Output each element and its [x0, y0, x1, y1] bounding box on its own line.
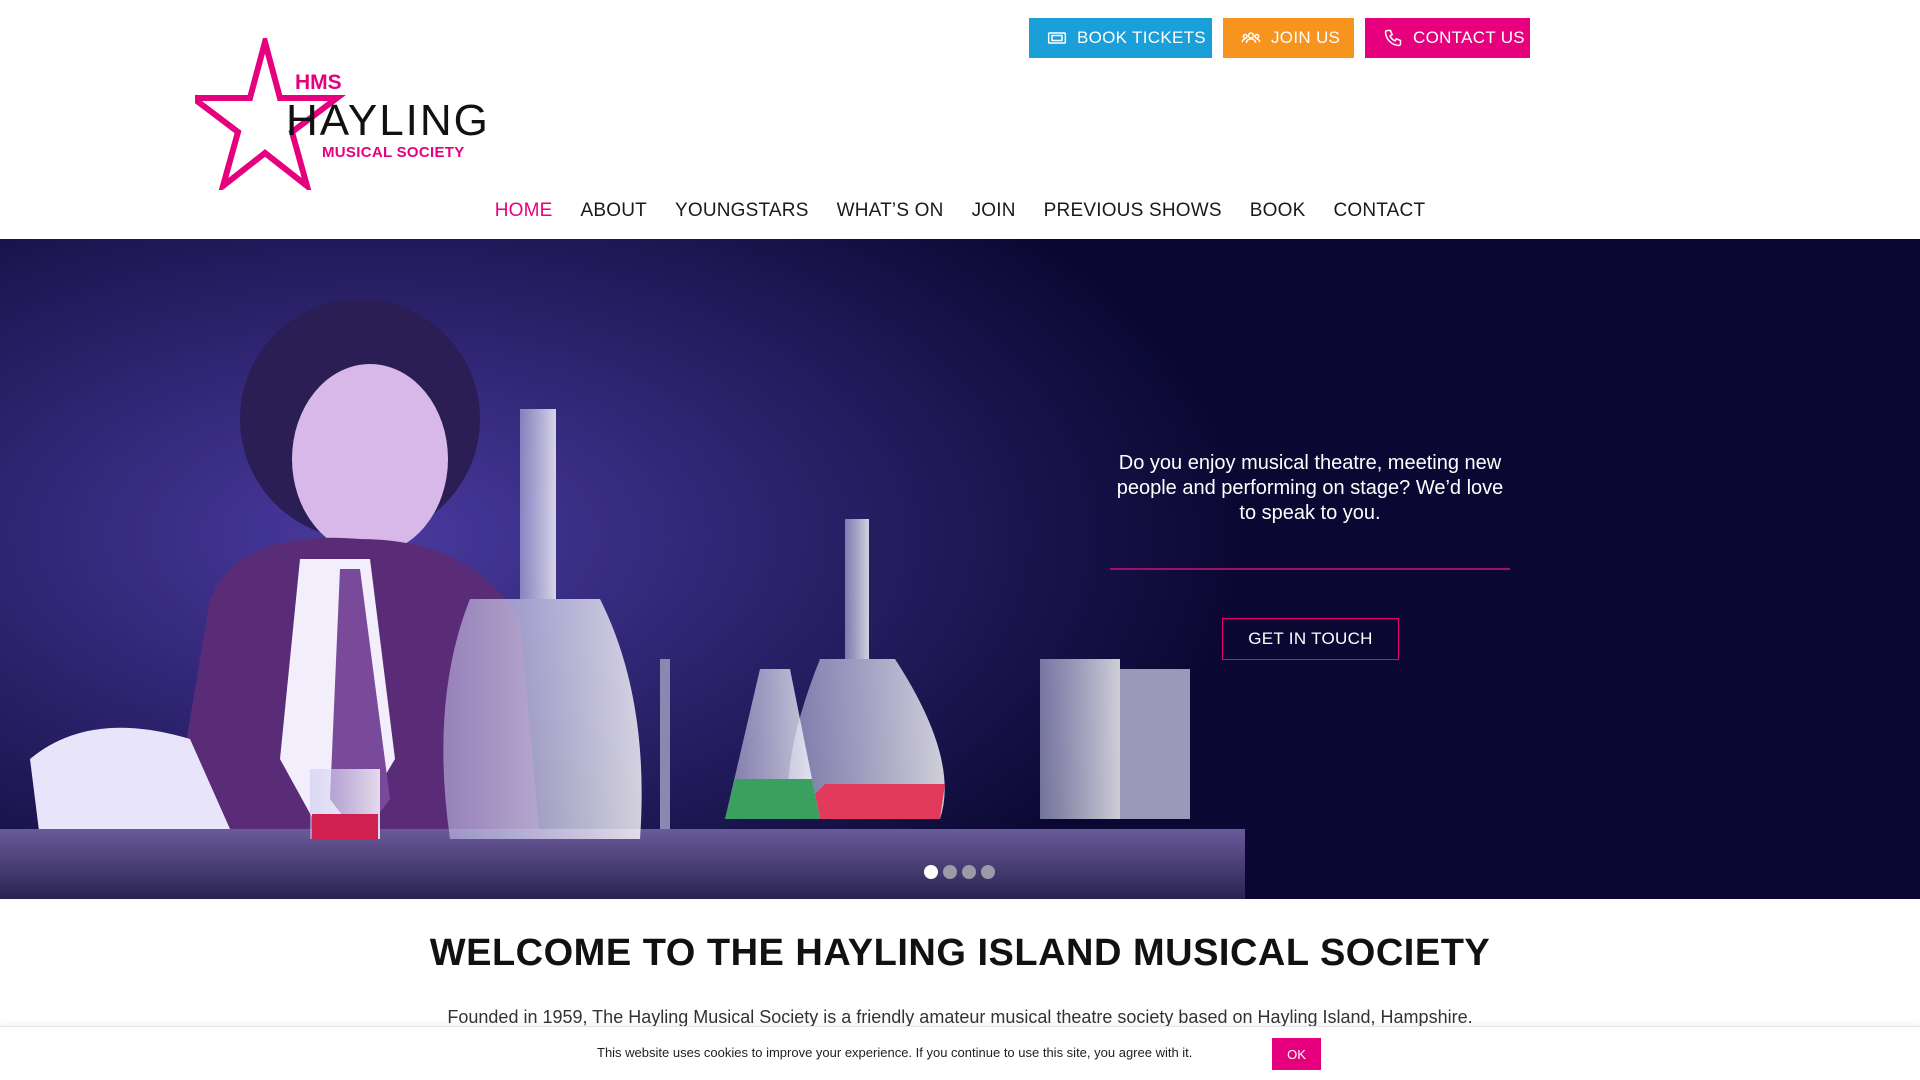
- cookie-ok-button[interactable]: OK: [1272, 1038, 1321, 1070]
- logo-hms-text: HMS: [295, 71, 342, 94]
- contact-us-label: CONTACT US: [1413, 28, 1525, 47]
- nav-item-about[interactable]: ABOUT: [567, 200, 661, 222]
- nav-item-previous-shows[interactable]: PREVIOUS SHOWS: [1030, 200, 1236, 222]
- logo-hayling-text: HAYLING: [286, 96, 490, 145]
- hero-slider: Do you enjoy musical theatre, meeting ne…: [0, 239, 1920, 899]
- main-navigation: HOME ABOUT YOUNGSTARS WHAT’S ON JOIN PRE…: [0, 200, 1920, 222]
- nav-item-join[interactable]: JOIN: [958, 200, 1030, 222]
- join-us-button[interactable]: JOIN US: [1223, 18, 1354, 58]
- book-tickets-label: BOOK TICKETS: [1077, 28, 1206, 47]
- welcome-text: Founded in 1959, The Hayling Musical Soc…: [447, 1007, 1473, 1027]
- slider-dot-2[interactable]: [943, 865, 957, 879]
- site-logo[interactable]: HMS HAYLING MUSICAL SOCIETY: [195, 38, 488, 190]
- hero-photo: [0, 239, 1245, 899]
- join-us-label: JOIN US: [1271, 28, 1341, 47]
- logo-society-text: MUSICAL SOCIETY: [322, 144, 465, 161]
- cookie-bar: This website uses cookies to improve you…: [0, 1026, 1920, 1080]
- nav-item-youngstars[interactable]: YOUNGSTARS: [661, 200, 823, 222]
- slider-dot-4[interactable]: [981, 865, 995, 879]
- top-action-buttons: BOOK TICKETS JOIN US CONTACT US: [1029, 18, 1530, 58]
- users-icon: [1241, 32, 1261, 44]
- hero-divider: [1110, 568, 1510, 570]
- slider-dot-1[interactable]: [924, 865, 938, 879]
- nav-item-book[interactable]: BOOK: [1236, 200, 1320, 222]
- hero-text: Do you enjoy musical theatre, meeting ne…: [1116, 452, 1504, 524]
- nav-item-whats-on[interactable]: WHAT’S ON: [823, 200, 958, 222]
- phone-icon: [1384, 29, 1402, 47]
- welcome-title: WELCOME TO THE HAYLING ISLAND MUSICAL SO…: [429, 932, 1491, 974]
- main-nav-list: HOME ABOUT YOUNGSTARS WHAT’S ON JOIN PRE…: [481, 200, 1440, 222]
- get-in-touch-button[interactable]: GET IN TOUCH: [1222, 618, 1399, 660]
- slider-dots: [924, 865, 995, 879]
- slider-dot-3[interactable]: [962, 865, 976, 879]
- ticket-icon: [1047, 32, 1067, 44]
- book-tickets-button[interactable]: BOOK TICKETS: [1029, 18, 1212, 58]
- contact-us-button[interactable]: CONTACT US: [1365, 18, 1530, 58]
- cookie-text: This website uses cookies to improve you…: [597, 1045, 1193, 1060]
- nav-item-home[interactable]: HOME: [481, 200, 567, 222]
- nav-item-contact[interactable]: CONTACT: [1319, 200, 1439, 222]
